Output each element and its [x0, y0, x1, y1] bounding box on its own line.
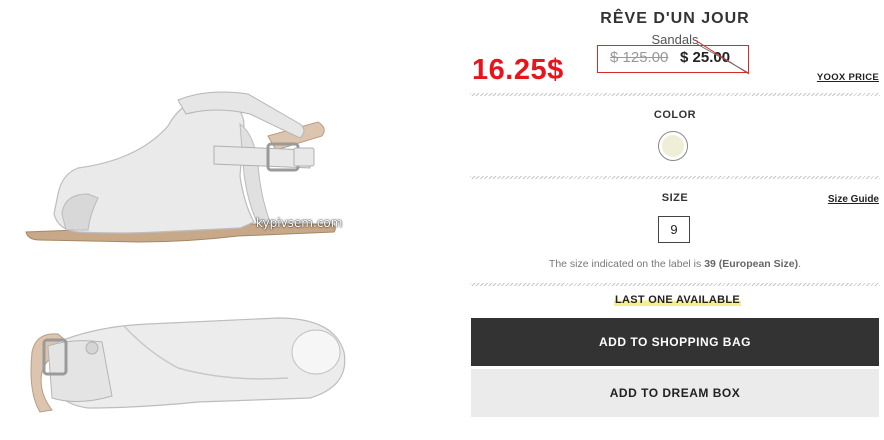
add-to-dream-box-button[interactable]: ADD TO DREAM BOX: [471, 369, 879, 417]
size-note-bold: 39 (European Size): [704, 258, 799, 270]
size-option-9[interactable]: 9: [658, 216, 690, 243]
size-guide-link[interactable]: Size Guide: [828, 194, 879, 205]
product-image-top[interactable]: [28, 312, 358, 422]
brand-name[interactable]: RÊVE D'UN JOUR: [470, 10, 880, 28]
add-to-shopping-bag-button[interactable]: ADD TO SHOPPING BAG: [471, 318, 879, 366]
price-strike-annotation: [695, 39, 750, 75]
color-swatch[interactable]: [658, 131, 688, 161]
promo-price: 16.25$: [472, 54, 564, 86]
color-label: COLOR: [653, 109, 697, 121]
divider: [470, 93, 880, 96]
size-note-suffix: .: [798, 258, 802, 270]
divider: [470, 176, 880, 179]
divider: [470, 283, 880, 286]
size-note: The size indicated on the label is 39 (E…: [470, 258, 880, 270]
original-price: $ 125.00: [610, 49, 669, 66]
size-label: SIZE: [661, 192, 689, 204]
image-watermark: kypivsem.com: [256, 216, 343, 230]
availability-badge: LAST ONE AVAILABLE: [614, 294, 741, 306]
size-note-prefix: The size indicated on the label is: [548, 258, 705, 270]
yoox-price-link[interactable]: YOOX PRICE: [817, 72, 879, 83]
color-swatch-fill: [662, 135, 684, 157]
